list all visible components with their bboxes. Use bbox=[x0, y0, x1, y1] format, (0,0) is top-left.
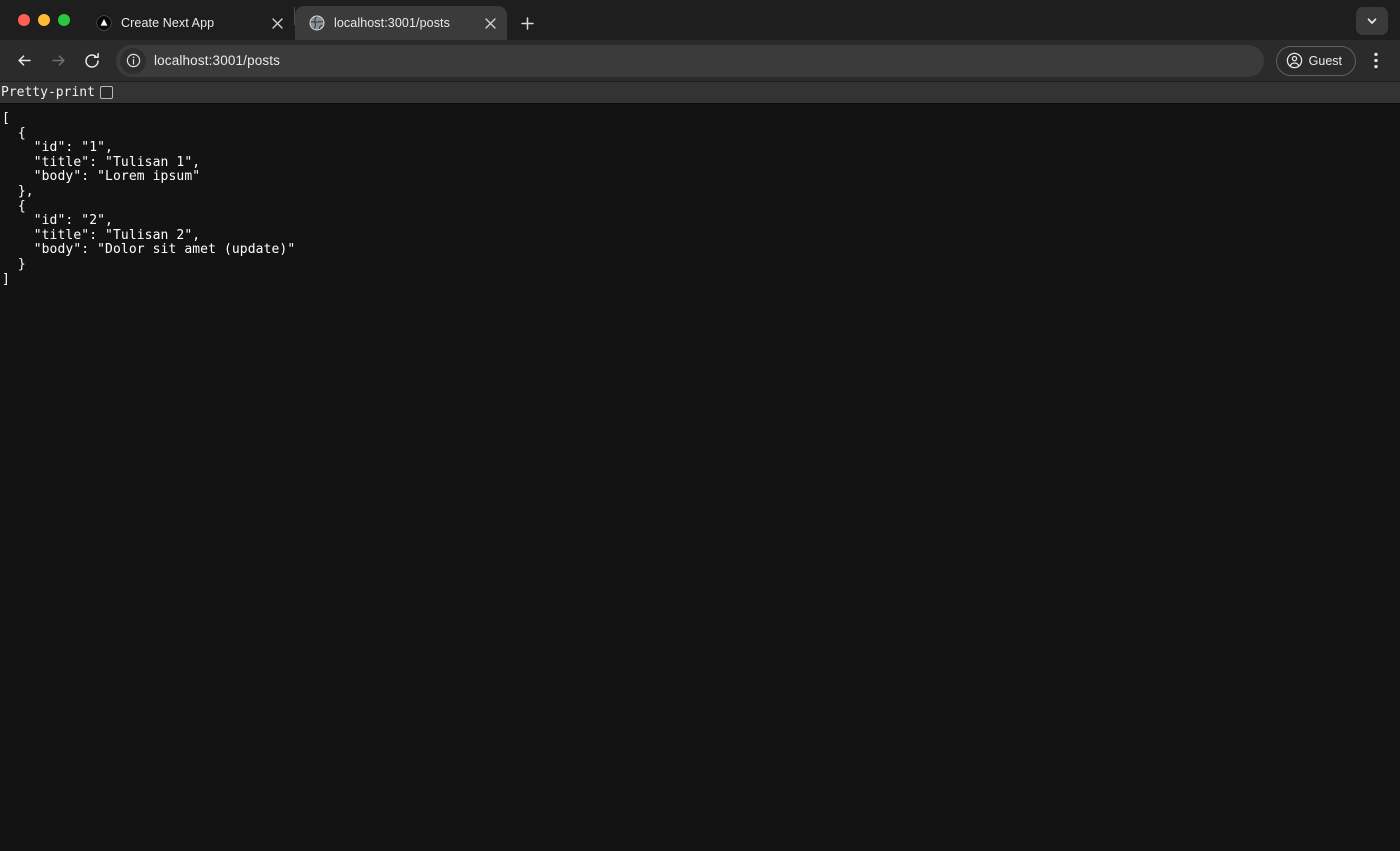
browser-window: Create Next App bbox=[0, 0, 1400, 851]
profile-label: Guest bbox=[1309, 54, 1342, 68]
reload-button[interactable] bbox=[76, 45, 108, 77]
browser-tab-localhost-posts[interactable]: localhost:3001/posts bbox=[295, 6, 507, 40]
tab-close-icon[interactable] bbox=[481, 14, 499, 32]
tab-strip: Create Next App bbox=[0, 0, 1400, 40]
json-content-area[interactable]: [ { "id": "1", "title": "Tulisan 1", "bo… bbox=[0, 104, 1400, 851]
chevron-down-icon[interactable] bbox=[1356, 7, 1388, 35]
pretty-print-label: Pretty-print bbox=[1, 85, 95, 100]
url-text: localhost:3001/posts bbox=[154, 53, 280, 68]
globe-icon bbox=[309, 15, 325, 31]
browser-toolbar: localhost:3001/posts Guest bbox=[0, 40, 1400, 82]
browser-tab-create-next-app[interactable]: Create Next App bbox=[82, 6, 294, 40]
pretty-print-checkbox[interactable] bbox=[100, 86, 113, 99]
window-traffic-lights bbox=[0, 0, 82, 40]
window-close-button[interactable] bbox=[18, 14, 30, 26]
three-dots-vertical-icon[interactable] bbox=[1362, 46, 1390, 76]
window-maximize-button[interactable] bbox=[58, 14, 70, 26]
json-raw-text: [ { "id": "1", "title": "Tulisan 1", "bo… bbox=[2, 112, 1400, 287]
back-button[interactable] bbox=[8, 45, 40, 77]
tab-close-icon[interactable] bbox=[268, 14, 286, 32]
tab-title: Create Next App bbox=[121, 16, 259, 30]
pretty-print-bar: Pretty-print bbox=[0, 82, 1400, 104]
person-circle-icon bbox=[1286, 52, 1303, 69]
info-circle-icon[interactable] bbox=[120, 48, 146, 74]
json-viewer-page: Pretty-print [ { "id": "1", "title": "Tu… bbox=[0, 82, 1400, 851]
window-minimize-button[interactable] bbox=[38, 14, 50, 26]
nextjs-triangle-icon bbox=[96, 15, 112, 31]
tab-list: Create Next App bbox=[82, 0, 541, 40]
profile-button[interactable]: Guest bbox=[1276, 46, 1356, 76]
tab-title: localhost:3001/posts bbox=[334, 16, 472, 30]
forward-button[interactable] bbox=[42, 45, 74, 77]
address-bar[interactable]: localhost:3001/posts bbox=[116, 45, 1264, 77]
new-tab-button[interactable] bbox=[513, 9, 541, 37]
